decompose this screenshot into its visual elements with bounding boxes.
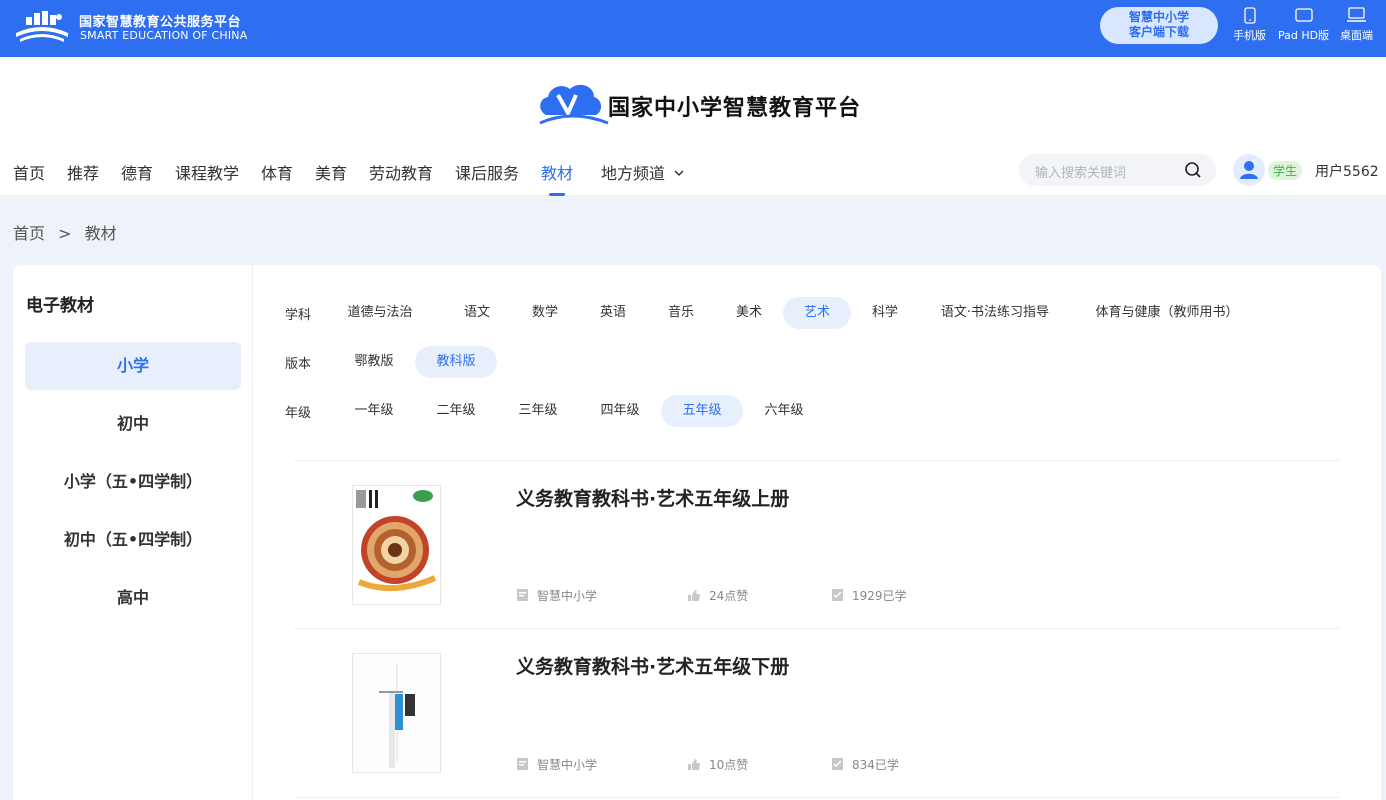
breadcrumb: 首页 > 教材 bbox=[13, 220, 125, 244]
nav-local[interactable]: 地方频道 bbox=[601, 160, 684, 184]
breadcrumb-current: 教材 bbox=[84, 224, 117, 243]
learned-icon bbox=[832, 589, 843, 601]
grade-chip[interactable]: 一年级 bbox=[344, 395, 404, 427]
book-likes-label: 10点赞 bbox=[709, 758, 749, 772]
device-desktop-label: 桌面端 bbox=[1340, 29, 1373, 42]
site-logo-icon[interactable] bbox=[536, 79, 610, 131]
book-learners-label: 1929已学 bbox=[852, 589, 907, 603]
search-input[interactable]: 输入搜索关键词 bbox=[1035, 162, 1126, 181]
book-likes: 10点赞 bbox=[687, 756, 748, 773]
book-cover-art-icon bbox=[353, 654, 440, 772]
edition-chip[interactable]: 鄂教版 bbox=[344, 346, 404, 378]
edition-chip-active[interactable]: 教科版 bbox=[415, 346, 497, 378]
nav-afterschool[interactable]: 课后服务 bbox=[455, 160, 519, 184]
nav-local-label: 地方频道 bbox=[601, 164, 666, 183]
grade-chip[interactable]: 六年级 bbox=[754, 395, 814, 427]
tablet-icon bbox=[1294, 8, 1313, 22]
book-cover-art-icon bbox=[353, 486, 440, 604]
sidebar-item-junior[interactable]: 初中 bbox=[25, 400, 241, 448]
subject-filter-label: 学科 bbox=[285, 308, 312, 323]
device-mobile[interactable]: 手机版 bbox=[1233, 7, 1266, 43]
breadcrumb-separator: > bbox=[58, 224, 72, 243]
brand-name-cn: 国家智慧教育公共服务平台 bbox=[79, 15, 242, 30]
grade-chip[interactable]: 二年级 bbox=[426, 395, 486, 427]
search-box[interactable]: 输入搜索关键词 bbox=[1019, 154, 1216, 186]
learned-icon bbox=[832, 758, 843, 770]
subject-chip[interactable]: 英语 bbox=[585, 297, 641, 329]
book-source-label: 智慧中小学 bbox=[537, 758, 598, 772]
document-icon bbox=[517, 589, 528, 601]
edition-filter-label: 版本 bbox=[285, 357, 312, 372]
list-divider bbox=[294, 460, 1339, 461]
role-badge: 学生 bbox=[1268, 161, 1303, 180]
book-cover[interactable] bbox=[352, 485, 441, 605]
book-source: 智慧中小学 bbox=[516, 756, 597, 773]
book-source: 智慧中小学 bbox=[516, 587, 597, 604]
main-panel: 电子教材 小学 初中 小学（五•四学制） 初中（五•四学制） 高中 学科 道德与… bbox=[13, 265, 1381, 800]
download-line1: 智慧中小学 bbox=[1128, 10, 1189, 24]
site-title: 国家中小学智慧教育平台 bbox=[608, 95, 862, 121]
grade-chip[interactable]: 四年级 bbox=[590, 395, 650, 427]
subject-chip-active[interactable]: 艺术 bbox=[783, 297, 851, 329]
book-learners: 1929已学 bbox=[831, 587, 907, 604]
sidebar-title: 电子教材 bbox=[26, 296, 94, 316]
phone-icon bbox=[1243, 7, 1256, 24]
subject-chip[interactable]: 美术 bbox=[721, 297, 777, 329]
sidebar-item-primary[interactable]: 小学 bbox=[25, 342, 241, 390]
document-icon bbox=[517, 758, 528, 770]
search-icon[interactable] bbox=[1184, 161, 1202, 179]
thumbs-up-icon bbox=[688, 590, 700, 601]
sidebar-item-primary-54[interactable]: 小学（五•四学制） bbox=[25, 458, 241, 506]
subject-chip[interactable]: 数学 bbox=[517, 297, 573, 329]
book-title[interactable]: 义务教育教科书·艺术五年级上册 bbox=[516, 484, 789, 511]
book-cover[interactable] bbox=[352, 653, 441, 773]
chevron-down-icon bbox=[674, 170, 684, 177]
thumbs-up-icon bbox=[688, 759, 700, 770]
subject-chip[interactable]: 道德与法治 bbox=[341, 297, 419, 329]
platform-logo-icon[interactable] bbox=[12, 7, 72, 45]
site-header: 国家中小学智慧教育平台 首页 推荐 德育 课程教学 体育 美育 劳动教育 课后服… bbox=[0, 57, 1386, 196]
subject-chip[interactable]: 科学 bbox=[857, 297, 913, 329]
subject-chip[interactable]: 语文·书法练习指导 bbox=[933, 297, 1057, 329]
grade-chip[interactable]: 三年级 bbox=[508, 395, 568, 427]
nav-course[interactable]: 课程教学 bbox=[175, 160, 239, 184]
subject-chip[interactable]: 体育与健康（教师用书） bbox=[1087, 297, 1247, 329]
book-likes: 24点赞 bbox=[687, 587, 748, 604]
device-desktop[interactable]: 桌面端 bbox=[1340, 7, 1373, 43]
sidebar: 电子教材 小学 初中 小学（五•四学制） 初中（五•四学制） 高中 bbox=[13, 265, 253, 800]
brand-name-en: SMART EDUCATION OF CHINA bbox=[80, 29, 248, 42]
book-learners-label: 834已学 bbox=[852, 758, 899, 772]
nav-moral[interactable]: 德育 bbox=[121, 160, 153, 184]
avatar[interactable] bbox=[1233, 154, 1265, 186]
list-divider bbox=[294, 797, 1339, 798]
book-source-label: 智慧中小学 bbox=[537, 589, 598, 603]
sidebar-item-junior-54[interactable]: 初中（五•四学制） bbox=[25, 516, 241, 564]
book-learners: 834已学 bbox=[831, 756, 899, 773]
nav-labor[interactable]: 劳动教育 bbox=[369, 160, 433, 184]
subject-chip[interactable]: 音乐 bbox=[653, 297, 709, 329]
nav-recommend[interactable]: 推荐 bbox=[67, 160, 99, 184]
breadcrumb-home[interactable]: 首页 bbox=[13, 224, 45, 243]
desktop-icon bbox=[1347, 7, 1366, 22]
top-bar: 国家智慧教育公共服务平台 SMART EDUCATION OF CHINA 智慧… bbox=[0, 0, 1386, 57]
user-icon bbox=[1240, 161, 1258, 179]
user-name[interactable]: 用户5562 bbox=[1315, 161, 1379, 181]
sidebar-item-senior[interactable]: 高中 bbox=[25, 574, 241, 622]
device-mobile-label: 手机版 bbox=[1233, 29, 1266, 42]
book-likes-label: 24点赞 bbox=[709, 589, 749, 603]
nav-home[interactable]: 首页 bbox=[13, 160, 45, 184]
book-title[interactable]: 义务教育教科书·艺术五年级下册 bbox=[516, 652, 789, 679]
grade-filter-label: 年级 bbox=[285, 406, 312, 421]
nav-textbook[interactable]: 教材 bbox=[541, 160, 573, 184]
download-line2: 客户端下载 bbox=[1128, 25, 1189, 39]
list-divider bbox=[294, 628, 1339, 629]
nav-active-indicator bbox=[549, 193, 565, 196]
subject-chip[interactable]: 语文 bbox=[449, 297, 505, 329]
grade-chip-active[interactable]: 五年级 bbox=[661, 395, 743, 427]
nav-pe[interactable]: 体育 bbox=[261, 160, 293, 184]
nav-arts[interactable]: 美育 bbox=[315, 160, 347, 184]
device-pad[interactable]: Pad HD版 bbox=[1278, 7, 1329, 43]
device-pad-label: Pad HD版 bbox=[1278, 29, 1330, 42]
client-download-button[interactable]: 智慧中小学 客户端下载 bbox=[1100, 7, 1218, 44]
